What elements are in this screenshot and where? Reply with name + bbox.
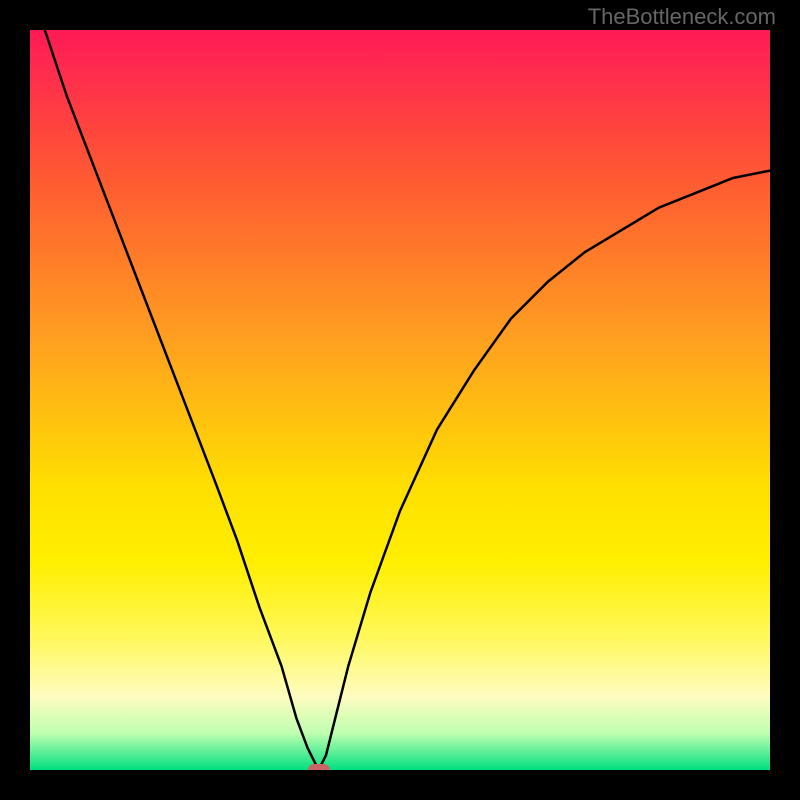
watermark-text: TheBottleneck.com <box>588 4 776 30</box>
curve-svg <box>30 30 770 770</box>
chart-container: TheBottleneck.com <box>0 0 800 800</box>
bottleneck-curve <box>45 30 770 770</box>
plot-area <box>30 30 770 770</box>
optimal-marker <box>308 764 330 770</box>
